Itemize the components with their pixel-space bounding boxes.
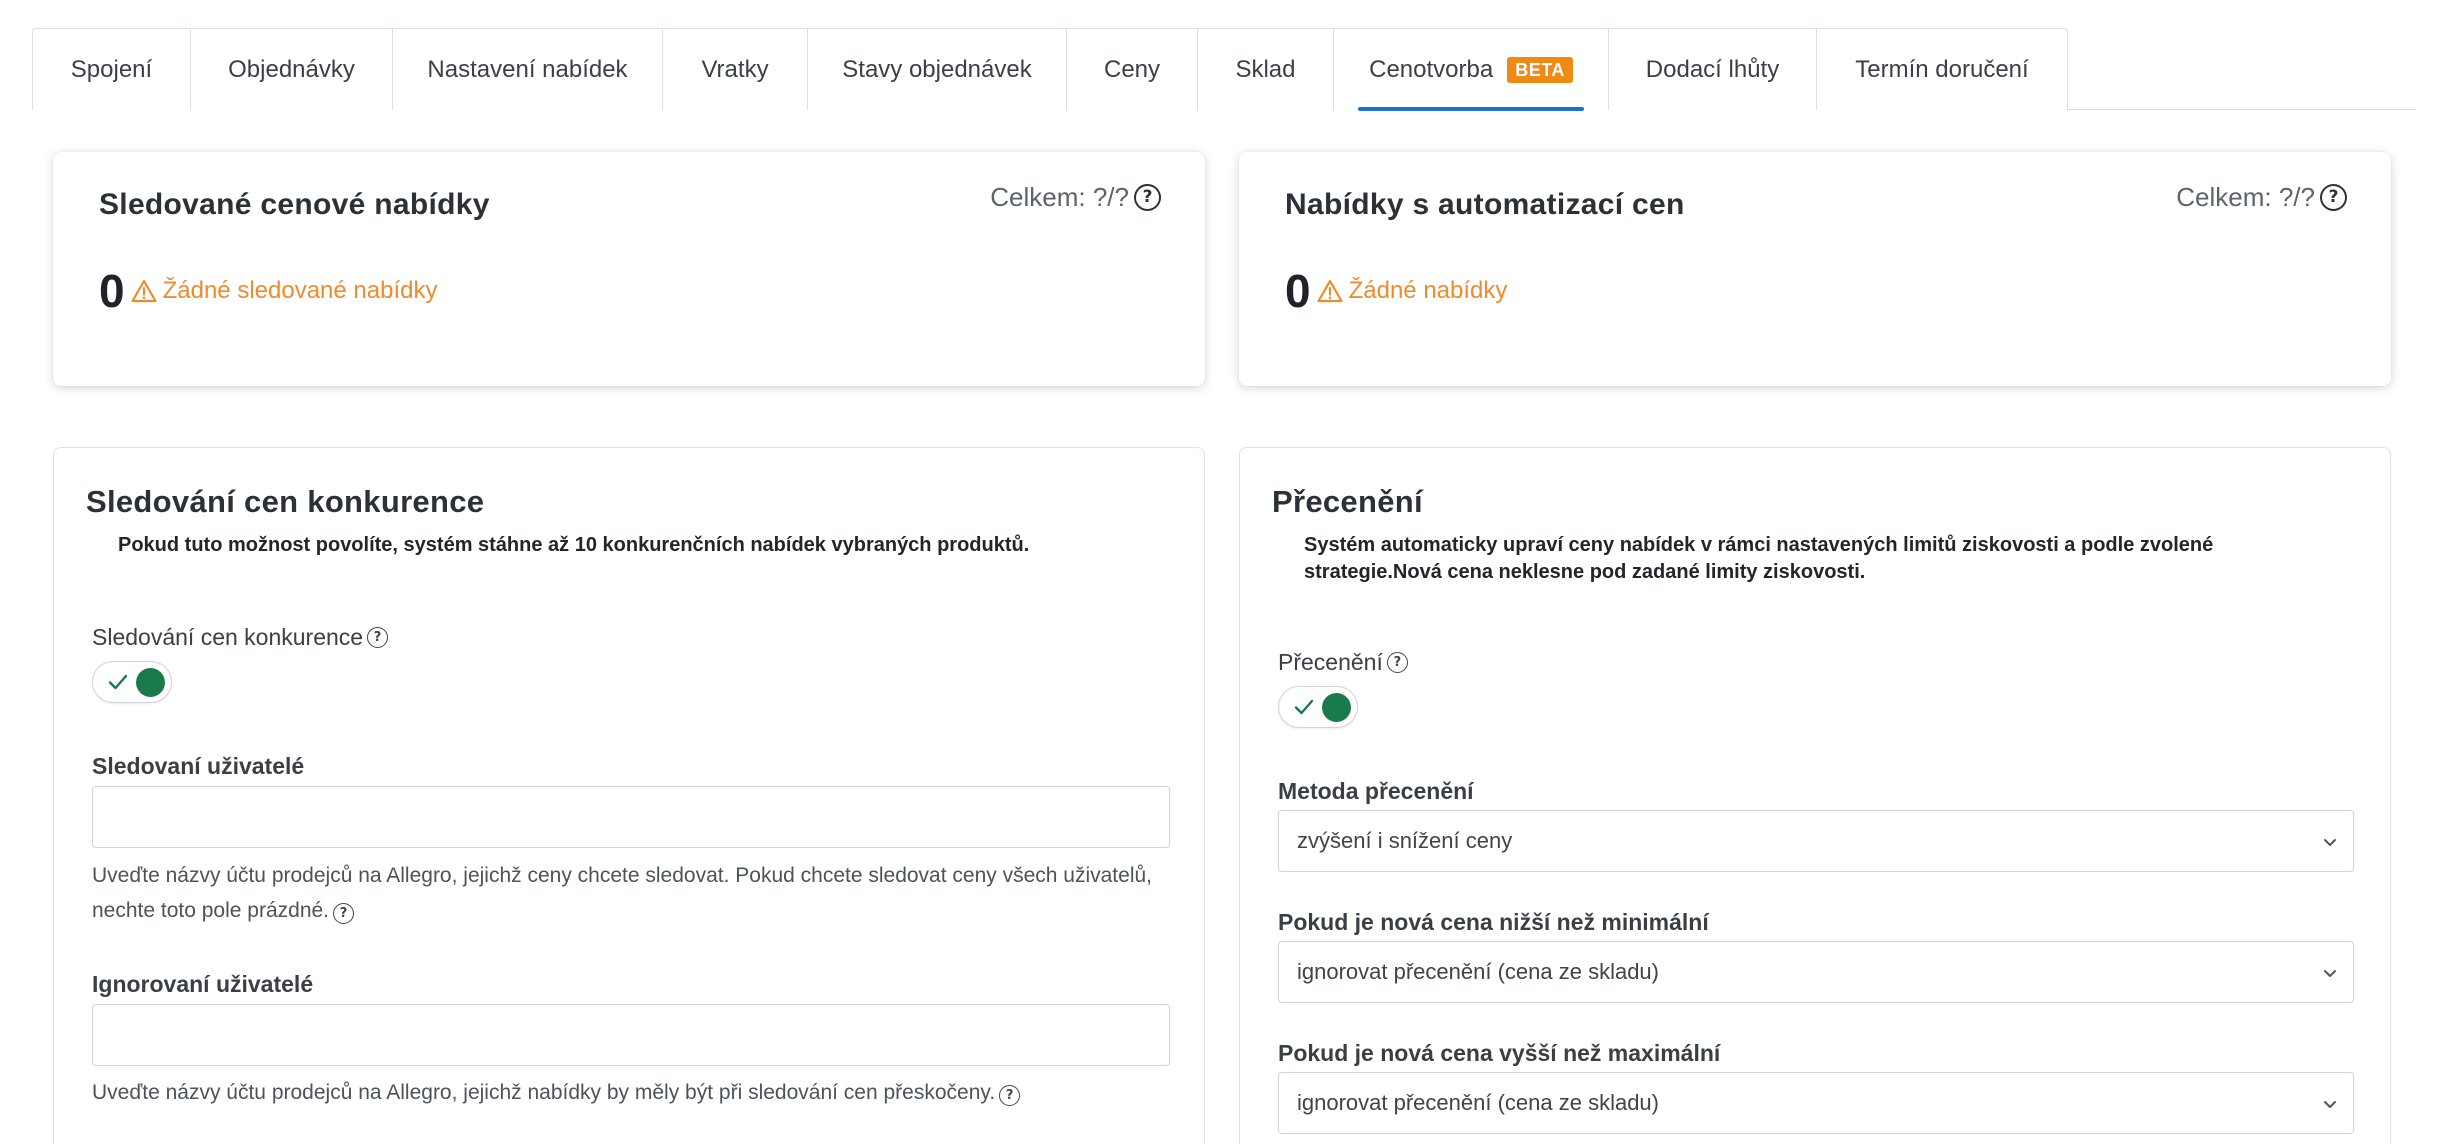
select-value: zvýšení i snížení ceny xyxy=(1297,828,1513,853)
section-title: Sledování cen konkurence xyxy=(86,484,485,519)
section-description: Systém automaticky upraví ceny nabídek v… xyxy=(1304,534,2214,583)
tab-stavy-objednavek[interactable]: Stavy objednávek xyxy=(808,29,1067,110)
tab-dodaci-lhuty[interactable]: Dodací lhůty xyxy=(1609,29,1817,110)
tracked-users-hint: Uveďte názvy účtu prodejců na Allegro, j… xyxy=(92,858,1172,928)
tab-spojeni[interactable]: Spojení xyxy=(33,29,191,110)
select-value: ignorovat přecenění (cena ze skladu) xyxy=(1297,959,1659,984)
help-icon[interactable]: ? xyxy=(1134,184,1161,211)
tab-label: Ceny xyxy=(1103,55,1161,83)
stat-value: 0 xyxy=(1285,265,1311,317)
repricing-toggle-label: Přecenění ? xyxy=(1278,649,1408,676)
field-label-text: Přecenění xyxy=(1278,649,1383,675)
beta-badge: BETA xyxy=(1507,56,1573,83)
tracked-offers-card: Sledované cenové nabídky Celkem: ?/? ? 0… xyxy=(53,152,1205,386)
tab-label: Dodací lhůty xyxy=(1645,55,1780,83)
tab-label: Sklad xyxy=(1235,55,1296,83)
ignored-users-hint: Uveďte názvy účtu prodejců na Allegro, j… xyxy=(92,1075,1172,1110)
below-min-label: Pokud je nová cena nižší než minimální xyxy=(1278,909,1709,935)
help-icon[interactable]: ? xyxy=(2320,184,2347,211)
field-label-text: Sledování cen konkurence xyxy=(92,624,364,650)
tab-ceny[interactable]: Ceny xyxy=(1067,29,1198,110)
repricing-method-label: Metoda přecenění xyxy=(1278,778,1474,804)
tab-termin-doruceni[interactable]: Termín doručení xyxy=(1817,29,2067,110)
competition-toggle-label: Sledování cen konkurence ? xyxy=(92,624,389,651)
below-min-select[interactable]: ignorovat přecenění (cena ze skladu) xyxy=(1278,941,2354,1003)
stat-value-row: 0 Žádné sledované nabídky xyxy=(99,264,437,318)
warning-text: Žádné sledované nabídky xyxy=(162,277,438,304)
tab-label: Objednávky xyxy=(228,55,355,83)
card-title: Sledované cenové nabídky xyxy=(99,188,490,221)
hint-text: Uveďte názvy účtu prodejců na Allegro, j… xyxy=(92,864,1152,922)
help-icon[interactable]: ? xyxy=(333,903,355,924)
help-icon[interactable]: ? xyxy=(999,1085,1021,1106)
automated-offers-card: Nabídky s automatizací cen Celkem: ?/? ?… xyxy=(1239,152,2391,386)
above-max-select[interactable]: ignorovat přecenění (cena ze skladu) xyxy=(1278,1072,2354,1134)
tab-sklad[interactable]: Sklad xyxy=(1198,29,1334,110)
ignored-users-label: Ignorovaní uživatelé xyxy=(92,971,314,997)
total-counter: Celkem: ?/? ? xyxy=(2176,182,2347,213)
repricing-card: Přecenění Systém automaticky upraví ceny… xyxy=(1239,447,2391,1144)
warning-icon xyxy=(1316,279,1343,303)
tab-label: Termín doručení xyxy=(1855,55,2029,83)
tab-label: Cenotvorba xyxy=(1369,55,1494,83)
stat-value: 0 xyxy=(99,265,125,317)
total-label: Celkem: ?/? xyxy=(2176,182,2315,212)
chevron-down-icon xyxy=(2324,839,2336,846)
tab-nastaveni-nabidek[interactable]: Nastavení nabídek xyxy=(393,29,663,110)
repricing-toggle[interactable] xyxy=(1278,686,1358,728)
check-icon xyxy=(108,674,128,690)
tab-cenotvorba[interactable]: Cenotvorba BETA xyxy=(1334,29,1609,111)
select-value: ignorovat přecenění (cena ze skladu) xyxy=(1297,1090,1659,1115)
competition-tracking-card: Sledování cen konkurence Pokud tuto možn… xyxy=(53,447,1205,1144)
help-icon[interactable]: ? xyxy=(367,627,389,648)
help-icon[interactable]: ? xyxy=(1386,652,1408,673)
tab-label: Stavy objednávek xyxy=(842,55,1032,83)
tab-label: Nastavení nabídek xyxy=(427,55,628,83)
toggle-knob xyxy=(1322,693,1351,722)
warning-icon xyxy=(130,279,157,303)
total-counter: Celkem: ?/? ? xyxy=(990,182,1161,213)
tab-label: Spojení xyxy=(70,55,153,83)
tabs: Spojení Objednávky Nastavení nabídek Vra… xyxy=(32,28,2068,111)
competition-tracking-toggle[interactable] xyxy=(92,661,172,703)
total-label: Celkem: ?/? xyxy=(990,182,1129,212)
tab-label: Vratky xyxy=(701,55,769,83)
chevron-down-icon xyxy=(2324,970,2336,977)
pricing-settings-page: Spojení Objednávky Nastavení nabídek Vra… xyxy=(0,0,2447,1144)
tab-vratky[interactable]: Vratky xyxy=(663,29,808,110)
ignored-users-input[interactable] xyxy=(92,1004,1170,1066)
tab-bar: Spojení Objednávky Nastavení nabídek Vra… xyxy=(32,28,2416,111)
tracked-users-input[interactable] xyxy=(92,786,1170,848)
hint-text: Uveďte názvy účtu prodejců na Allegro, j… xyxy=(92,1081,996,1104)
chevron-down-icon xyxy=(2324,1101,2336,1108)
tab-objednavky[interactable]: Objednávky xyxy=(191,29,393,110)
stat-value-row: 0 Žádné nabídky xyxy=(1285,264,1507,318)
card-title: Nabídky s automatizací cen xyxy=(1285,188,1685,221)
section-title: Přecenění xyxy=(1272,484,1423,519)
section-description: Pokud tuto možnost povolíte, systém stáh… xyxy=(118,534,1030,556)
toggle-knob xyxy=(136,668,165,697)
tracked-users-label: Sledovaní uživatelé xyxy=(92,753,305,779)
check-icon xyxy=(1294,699,1314,715)
warning-text: Žádné nabídky xyxy=(1348,277,1508,304)
repricing-method-select[interactable]: zvýšení i snížení ceny xyxy=(1278,810,2354,872)
above-max-label: Pokud je nová cena vyšší než maximální xyxy=(1278,1040,1721,1066)
